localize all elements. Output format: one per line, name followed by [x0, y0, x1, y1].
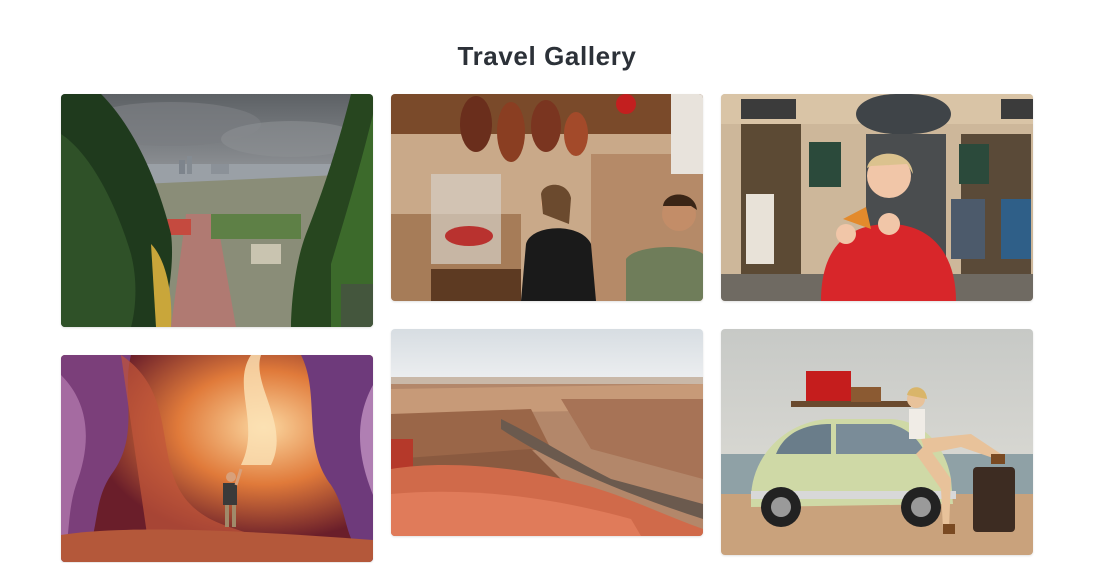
- gallery-photo-slot-canyon[interactable]: [61, 355, 373, 562]
- photo-image: [721, 94, 1033, 301]
- photo-image: [391, 94, 703, 301]
- photo-image: [61, 355, 373, 562]
- photo-image: [721, 329, 1033, 555]
- gallery-photo-city-jungle[interactable]: [61, 94, 373, 327]
- gallery-photo-vintage-beetle[interactable]: [721, 329, 1033, 555]
- photo-image: [391, 329, 703, 536]
- gallery-photo-pizza-street[interactable]: [721, 94, 1033, 301]
- gallery-photo-grand-canyon[interactable]: [391, 329, 703, 536]
- page-title: Travel Gallery: [457, 41, 637, 72]
- gallery-photo-ham-market[interactable]: [391, 94, 703, 301]
- photo-image: [61, 94, 373, 327]
- travel-gallery-page: Travel Gallery: [0, 0, 1104, 563]
